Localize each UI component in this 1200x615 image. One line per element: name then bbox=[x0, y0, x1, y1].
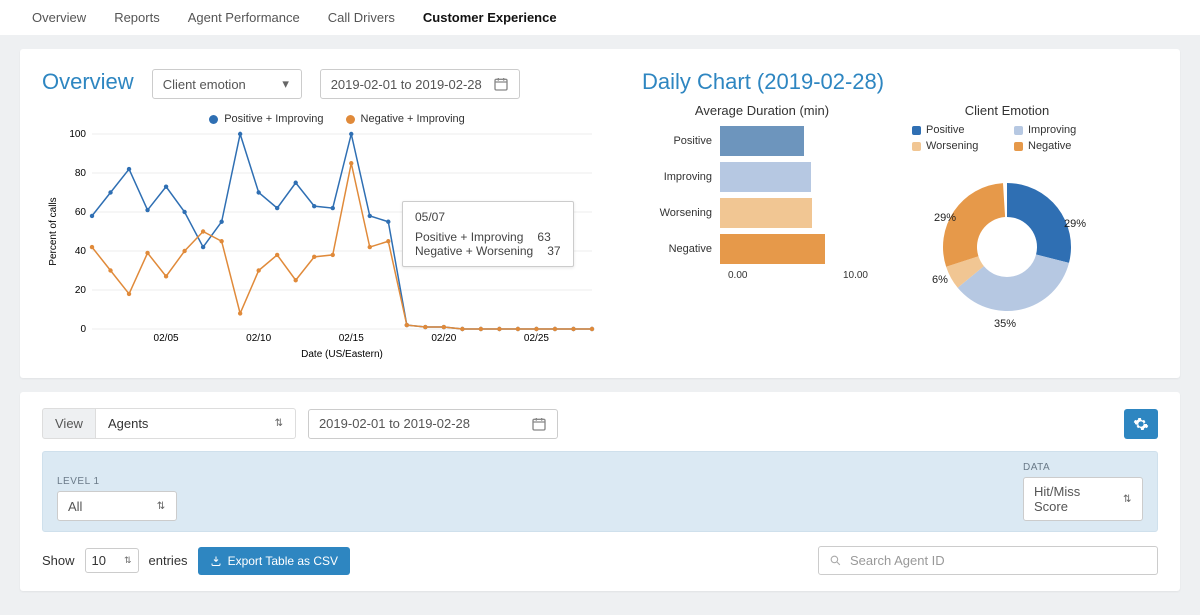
daily-chart-title: Daily Chart (2019-02-28) bbox=[642, 69, 1158, 95]
bar-axis-min: 0.00 bbox=[728, 270, 747, 281]
donut-legend-neg: Negative bbox=[1028, 140, 1071, 152]
updown-icon: ⇅ bbox=[156, 501, 166, 512]
tab-overview[interactable]: Overview bbox=[32, 10, 86, 25]
bar-label: Worsening bbox=[642, 207, 720, 219]
filter-bar: LEVEL 1 All ⇅ DATA Hit/Miss Score ⇅ bbox=[42, 451, 1158, 532]
svg-text:80: 80 bbox=[75, 168, 87, 179]
svg-text:Percent of calls: Percent of calls bbox=[48, 197, 59, 265]
svg-text:02/05: 02/05 bbox=[154, 333, 179, 344]
legend-positive: Positive + Improving bbox=[224, 113, 323, 125]
calendar-icon bbox=[493, 76, 509, 92]
bar-label: Negative bbox=[642, 243, 720, 255]
settings-button[interactable] bbox=[1124, 409, 1158, 439]
svg-text:20: 20 bbox=[75, 285, 87, 296]
svg-text:02/15: 02/15 bbox=[339, 333, 364, 344]
donut-legend-wor: Worsening bbox=[926, 140, 978, 152]
tooltip-neg-label: Negative + Worsening bbox=[415, 244, 533, 258]
caret-down-icon: ▾ bbox=[281, 76, 291, 92]
bar-label: Positive bbox=[642, 135, 720, 147]
emotion-select-value: Client emotion bbox=[163, 77, 246, 92]
data-label: DATA bbox=[1023, 462, 1143, 473]
tooltip-pos-label: Positive + Improving bbox=[415, 230, 523, 244]
emotion-donut-chart: Client Emotion Positive Improving Worsen… bbox=[892, 103, 1122, 332]
donut-title: Client Emotion bbox=[892, 103, 1122, 118]
svg-text:02/20: 02/20 bbox=[431, 333, 456, 344]
view-select[interactable]: Agents ⇅ bbox=[96, 408, 296, 439]
overview-title: Overview bbox=[42, 69, 134, 95]
export-label: Export Table as CSV bbox=[228, 554, 339, 568]
search-input[interactable]: Search Agent ID bbox=[818, 546, 1158, 575]
download-icon bbox=[210, 555, 222, 567]
show-label: Show bbox=[42, 553, 75, 568]
tooltip-neg-val: 37 bbox=[547, 244, 560, 258]
svg-text:0: 0 bbox=[80, 324, 86, 335]
overview-panel: Overview Client emotion ▾ 2019-02-01 to … bbox=[20, 49, 1180, 378]
data-value: Hit/Miss Score bbox=[1034, 484, 1114, 514]
overview-daterange[interactable]: 2019-02-01 to 2019-02-28 bbox=[320, 69, 520, 99]
updown-icon: ⇅ bbox=[124, 555, 132, 566]
svg-text:100: 100 bbox=[69, 129, 86, 140]
bar-chart-title: Average Duration (min) bbox=[642, 103, 882, 118]
table-daterange-value: 2019-02-01 to 2019-02-28 bbox=[319, 416, 470, 431]
line-chart: 0 20 40 60 80 100 02/05 02/10 02/15 02/20 02/25 Dat… bbox=[42, 129, 632, 362]
table-daterange[interactable]: 2019-02-01 to 2019-02-28 bbox=[308, 409, 558, 439]
level1-select[interactable]: All ⇅ bbox=[57, 491, 177, 521]
donut-pct-wor: 6% bbox=[932, 274, 948, 286]
donut-pct-neg: 29% bbox=[934, 212, 956, 224]
entries-count-select[interactable]: 10 ⇅ bbox=[85, 548, 139, 573]
tooltip-date: 05/07 bbox=[415, 210, 561, 224]
svg-text:02/10: 02/10 bbox=[246, 333, 271, 344]
tab-call-drivers[interactable]: Call Drivers bbox=[328, 10, 395, 25]
svg-text:Date (US/Eastern): Date (US/Eastern) bbox=[301, 349, 383, 359]
search-placeholder: Search Agent ID bbox=[850, 553, 945, 568]
data-select[interactable]: Hit/Miss Score ⇅ bbox=[1023, 477, 1143, 521]
calendar-icon bbox=[531, 416, 547, 432]
tooltip-pos-val: 63 bbox=[537, 230, 550, 244]
tab-agent-performance[interactable]: Agent Performance bbox=[188, 10, 300, 25]
line-tooltip: 05/07 Positive + Improving 63 Negative + … bbox=[402, 201, 574, 267]
entries-label: entries bbox=[149, 553, 188, 568]
level1-value: All bbox=[68, 499, 82, 514]
bar-axis-max: 10.00 bbox=[843, 270, 868, 281]
search-icon bbox=[829, 554, 842, 567]
donut-legend-imp: Improving bbox=[1028, 124, 1076, 136]
view-label: View bbox=[42, 408, 96, 439]
tab-reports[interactable]: Reports bbox=[114, 10, 160, 25]
export-csv-button[interactable]: Export Table as CSV bbox=[198, 547, 351, 575]
updown-icon: ⇅ bbox=[275, 418, 283, 429]
overview-daterange-value: 2019-02-01 to 2019-02-28 bbox=[331, 77, 482, 92]
svg-text:60: 60 bbox=[75, 207, 87, 218]
top-nav: Overview Reports Agent Performance Call … bbox=[0, 0, 1200, 35]
donut-pct-pos: 29% bbox=[1064, 218, 1086, 230]
donut-pct-imp: 35% bbox=[994, 318, 1016, 330]
gear-icon bbox=[1133, 416, 1149, 432]
line-legend: Positive + Improving Negative + Improvin… bbox=[42, 113, 632, 125]
legend-negative: Negative + Improving bbox=[361, 113, 465, 125]
duration-bar-chart: Average Duration (min) Positive Improving… bbox=[642, 103, 882, 281]
emotion-select[interactable]: Client emotion ▾ bbox=[152, 69, 302, 99]
svg-text:02/25: 02/25 bbox=[524, 333, 549, 344]
table-panel: View Agents ⇅ 2019-02-01 to 2019-02-28 L… bbox=[20, 392, 1180, 591]
updown-icon: ⇅ bbox=[1122, 494, 1132, 505]
level1-label: LEVEL 1 bbox=[57, 476, 177, 487]
donut-legend-pos: Positive bbox=[926, 124, 965, 136]
view-select-value: Agents bbox=[108, 416, 148, 431]
tab-customer-experience[interactable]: Customer Experience bbox=[423, 10, 557, 25]
bar-label: Improving bbox=[642, 171, 720, 183]
svg-text:40: 40 bbox=[75, 246, 87, 257]
entries-count-value: 10 bbox=[92, 553, 106, 568]
